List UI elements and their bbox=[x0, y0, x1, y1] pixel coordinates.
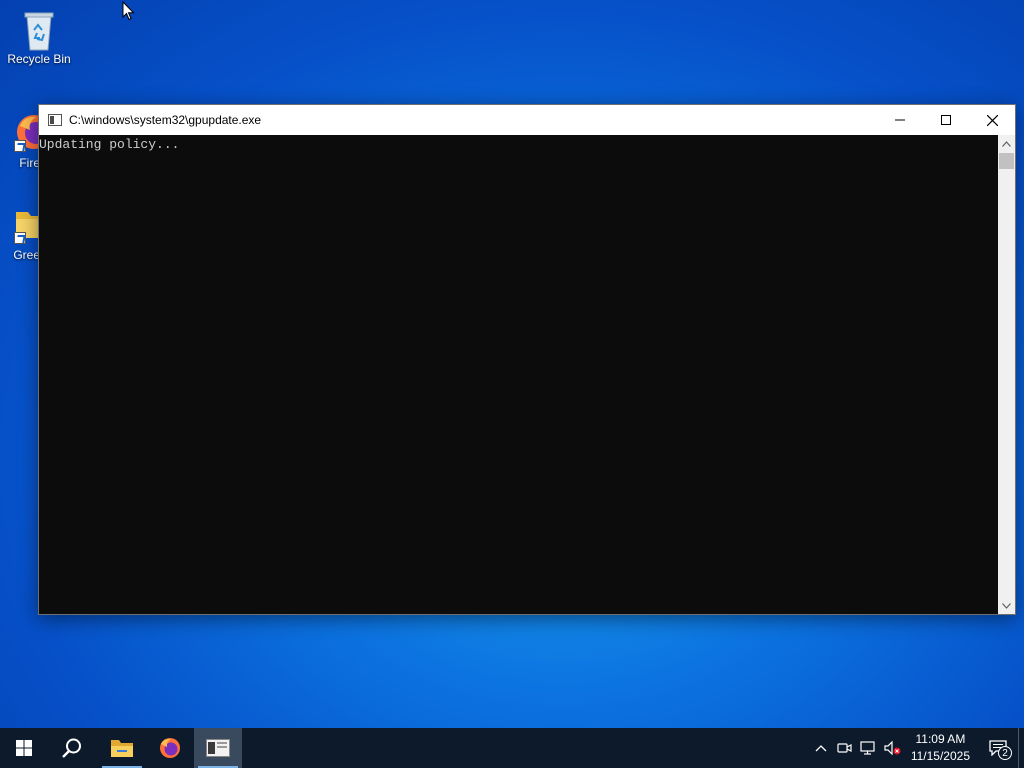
close-button[interactable] bbox=[969, 105, 1015, 135]
minimize-icon bbox=[895, 119, 905, 121]
shortcut-arrow-icon bbox=[14, 140, 26, 152]
console-app-icon bbox=[48, 114, 62, 126]
search-icon bbox=[62, 738, 81, 758]
firefox-icon bbox=[14, 112, 40, 152]
recycle-bin-icon bbox=[19, 8, 59, 51]
network-icon bbox=[860, 741, 875, 755]
desktop-icon-label: Gree bbox=[13, 248, 40, 262]
tray-volume-button[interactable] bbox=[881, 728, 905, 768]
system-tray: 11:09 AM 11/15/2025 2 bbox=[809, 728, 1024, 768]
desktop-icon-recycle-bin[interactable]: Recycle Bin bbox=[1, 8, 77, 66]
taskbar-file-explorer[interactable] bbox=[98, 728, 146, 768]
chevron-down-icon bbox=[1002, 602, 1011, 609]
file-explorer-icon bbox=[111, 740, 133, 757]
console-window[interactable]: C:\windows\system32\gpupdate.exe Updatin… bbox=[38, 104, 1016, 615]
show-hidden-icons-button[interactable] bbox=[809, 728, 833, 768]
maximize-icon bbox=[941, 115, 951, 125]
console-output: Updating policy... bbox=[39, 137, 180, 152]
window-title: C:\windows\system32\gpupdate.exe bbox=[69, 113, 262, 127]
close-icon bbox=[986, 114, 998, 126]
scroll-down-button[interactable] bbox=[998, 597, 1015, 614]
show-desktop-button[interactable] bbox=[1018, 728, 1024, 768]
search-button[interactable] bbox=[48, 728, 96, 768]
notification-count-badge: 2 bbox=[998, 746, 1012, 760]
camera-icon bbox=[837, 743, 852, 753]
tray-meet-now-button[interactable] bbox=[833, 728, 857, 768]
vertical-scrollbar[interactable] bbox=[998, 135, 1015, 614]
action-center-button[interactable]: 2 bbox=[978, 728, 1018, 768]
minimize-button[interactable] bbox=[877, 105, 923, 135]
console-app-icon bbox=[206, 739, 230, 757]
clock-date: 11/15/2025 bbox=[910, 749, 970, 763]
firefox-icon bbox=[160, 738, 180, 758]
desktop-icon-label: Recycle Bin bbox=[7, 52, 71, 66]
clock-time: 11:09 AM bbox=[915, 732, 966, 746]
windows-logo-icon bbox=[16, 740, 32, 756]
start-button[interactable] bbox=[0, 728, 48, 768]
mouse-cursor-icon bbox=[122, 1, 135, 21]
desktop-icon-label: Fire bbox=[19, 156, 40, 170]
taskbar-console[interactable] bbox=[194, 728, 242, 768]
window-titlebar[interactable]: C:\windows\system32\gpupdate.exe bbox=[39, 105, 1015, 135]
volume-muted-icon bbox=[884, 741, 901, 755]
folder-icon bbox=[14, 204, 40, 244]
desktop-icon-folder[interactable]: Gree bbox=[0, 204, 40, 262]
chevron-up-icon bbox=[815, 745, 827, 752]
taskbar-firefox[interactable] bbox=[146, 728, 194, 768]
taskbar: 11:09 AM 11/15/2025 2 bbox=[0, 728, 1024, 768]
tray-network-button[interactable] bbox=[857, 728, 881, 768]
scrollbar-thumb[interactable] bbox=[999, 153, 1014, 169]
taskbar-clock[interactable]: 11:09 AM 11/15/2025 bbox=[911, 731, 970, 765]
shortcut-arrow-icon bbox=[14, 232, 26, 244]
desktop-icon-firefox[interactable]: Fire bbox=[0, 112, 40, 170]
maximize-button[interactable] bbox=[923, 105, 969, 135]
scroll-up-button[interactable] bbox=[998, 135, 1015, 152]
chevron-up-icon bbox=[1002, 140, 1011, 147]
